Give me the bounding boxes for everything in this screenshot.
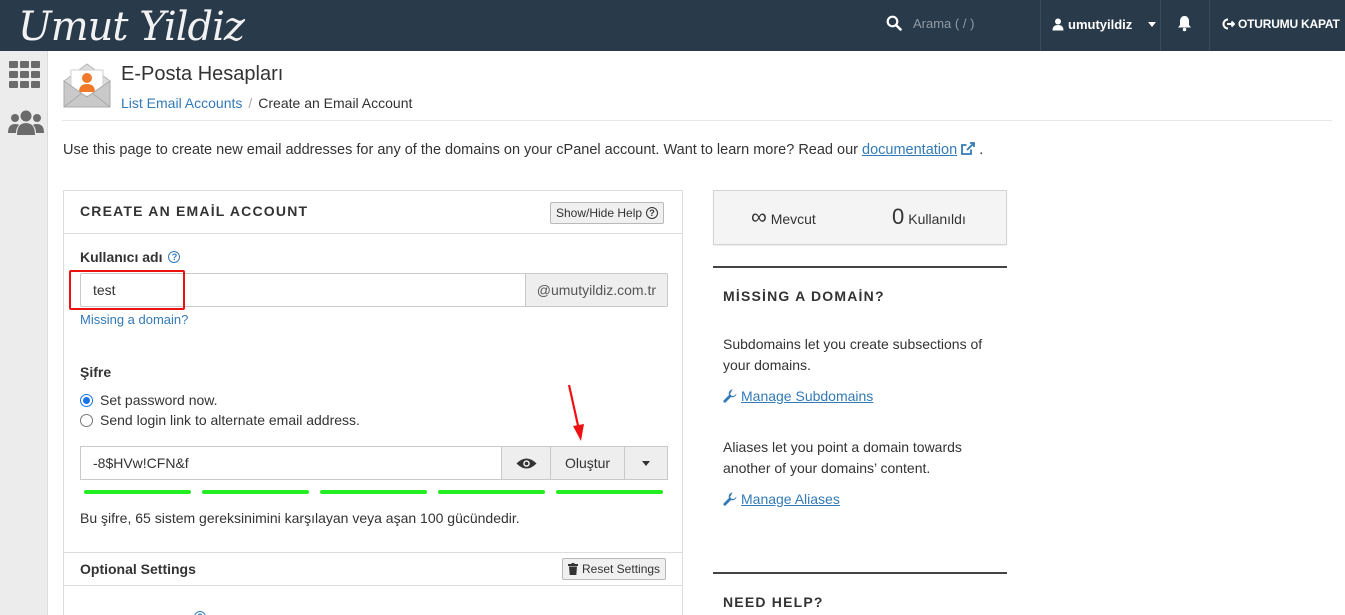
documentation-link[interactable]: documentation	[862, 142, 957, 158]
need-help-heading: NEED HELP?	[723, 594, 824, 610]
external-link-icon	[961, 142, 976, 155]
wrench-icon	[723, 389, 737, 403]
breadcrumb-list-email-accounts[interactable]: List Email Accounts	[121, 95, 242, 111]
subdomains-description: Subdomains let you create subsections of…	[723, 336, 983, 373]
divider	[64, 552, 682, 553]
username-label: Kullanıcı adı ?	[80, 249, 181, 265]
chevron-down-icon	[642, 460, 650, 466]
search-icon	[886, 15, 902, 31]
divider	[1160, 0, 1161, 51]
breadcrumb: List Email Accounts / Create an Email Acco…	[121, 95, 412, 111]
strength-segment	[556, 490, 663, 494]
intro-end: .	[979, 142, 984, 158]
username-input-group: @umutyildiz.com.tr	[80, 273, 668, 307]
password-strength-meter	[84, 490, 663, 494]
panel-title: CREATE AN EMAİL ACCOUNT	[80, 203, 309, 219]
radio-label: Send login link to alternate email addre…	[100, 412, 360, 428]
available-stat: ∞ Mevcut	[751, 206, 816, 228]
logout-label: OTURUMU KAPAT	[1238, 17, 1340, 31]
manage-aliases-link[interactable]: Manage Aliases	[723, 491, 840, 507]
manage-subdomains-link[interactable]: Manage Subdomains	[723, 388, 873, 404]
apps-grid-button[interactable]	[9, 61, 40, 93]
search-input[interactable]	[913, 15, 1033, 31]
notifications-button[interactable]	[1177, 15, 1192, 37]
show-hide-help-button[interactable]: Show/Hide Help ?	[550, 202, 665, 224]
password-strength-text: Bu şifre, 65 sistem gereksinimini karşıl…	[80, 510, 520, 526]
intro-text: Use this page to create new email addres…	[63, 142, 983, 158]
help-button-label: Show/Hide Help	[556, 206, 643, 220]
username: umutyildiz	[1068, 17, 1133, 32]
divider	[1209, 0, 1210, 51]
radio-send-login-link[interactable]: Send login link to alternate email addre…	[80, 412, 360, 428]
section-rule	[713, 266, 1007, 268]
strength-segment	[438, 490, 545, 494]
breadcrumb-current: Create an Email Account	[258, 95, 413, 111]
search-box[interactable]	[886, 15, 1033, 31]
password-field[interactable]	[80, 446, 502, 480]
radio-button[interactable]	[80, 413, 93, 427]
generate-password-button[interactable]: Oluştur	[551, 446, 625, 480]
breadcrumb-separator: /	[248, 95, 253, 111]
missing-domain-link[interactable]: Missing a domain?	[80, 312, 188, 327]
domain-suffix: @umutyildiz.com.tr	[524, 273, 668, 307]
eye-icon	[516, 458, 536, 468]
brand-logo[interactable]: Umut Yildiz	[18, 4, 245, 50]
create-email-panel: CREATE AN EMAİL ACCOUNT Show/Hide Help ?…	[63, 190, 683, 615]
email-accounts-icon	[62, 61, 112, 114]
top-navbar: Umut Yildiz umutyildiz OTURUMU KAPAT	[0, 0, 1345, 51]
divider	[64, 585, 682, 586]
radio-label: Set password now.	[100, 392, 218, 408]
user-icon	[1052, 18, 1064, 31]
question-icon: ?	[646, 207, 659, 219]
manage-aliases-label: Manage Aliases	[741, 491, 840, 507]
missing-domain-heading: MİSSİNG A DOMAİN?	[723, 288, 885, 304]
used-stat: 0 Kullanıldı	[892, 206, 966, 228]
strength-segment	[320, 490, 427, 494]
radio-set-password[interactable]: Set password now.	[80, 392, 218, 408]
users-button[interactable]	[8, 109, 44, 142]
used-count: 0	[892, 204, 905, 229]
users-icon	[8, 110, 44, 135]
logout-button[interactable]: OTURUMU KAPAT	[1222, 17, 1340, 31]
side-rail	[0, 51, 48, 615]
strength-segment	[84, 490, 191, 494]
username-label-text: Kullanıcı adı	[80, 249, 163, 265]
help-icon[interactable]: ?	[168, 251, 181, 263]
bell-icon	[1178, 16, 1191, 32]
available-label: Mevcut	[770, 211, 816, 227]
user-menu[interactable]: umutyildiz	[1052, 17, 1157, 32]
page-title: E-Posta Hesapları	[121, 63, 284, 85]
generate-options-dropdown[interactable]	[625, 446, 668, 480]
manage-subdomains-label: Manage Subdomains	[741, 388, 874, 404]
trash-icon	[568, 563, 578, 575]
divider	[62, 120, 1332, 121]
annotation-arrow	[567, 384, 584, 441]
strength-segment	[202, 490, 309, 494]
intro-body: Use this page to create new email addres…	[63, 142, 863, 158]
optional-settings-title: Optional Settings	[80, 561, 196, 577]
panel-header: CREATE AN EMAİL ACCOUNT Show/Hide Help ?	[64, 191, 682, 234]
divider	[1040, 0, 1041, 51]
section-rule	[713, 572, 1007, 574]
chevron-down-icon	[1148, 22, 1157, 27]
help-icon[interactable]: ?	[194, 611, 206, 615]
password-label: Şifre	[80, 364, 112, 380]
radio-button-checked[interactable]	[80, 393, 93, 407]
wrench-icon	[723, 492, 737, 506]
used-label: Kullanıldı	[908, 211, 966, 227]
username-field[interactable]	[80, 273, 525, 307]
password-input-group: Oluştur	[80, 446, 668, 480]
toggle-visibility-button[interactable]	[502, 446, 551, 480]
logout-icon	[1222, 18, 1235, 30]
reset-button-label: Reset Settings	[582, 562, 661, 576]
email-quota-stats: ∞ Mevcut 0 Kullanıldı	[713, 190, 1007, 245]
infinity-symbol: ∞	[751, 204, 767, 229]
reset-settings-button[interactable]: Reset Settings	[562, 558, 667, 580]
aliases-description: Aliases let you point a domain towards a…	[723, 439, 962, 476]
grid-icon	[9, 61, 40, 88]
